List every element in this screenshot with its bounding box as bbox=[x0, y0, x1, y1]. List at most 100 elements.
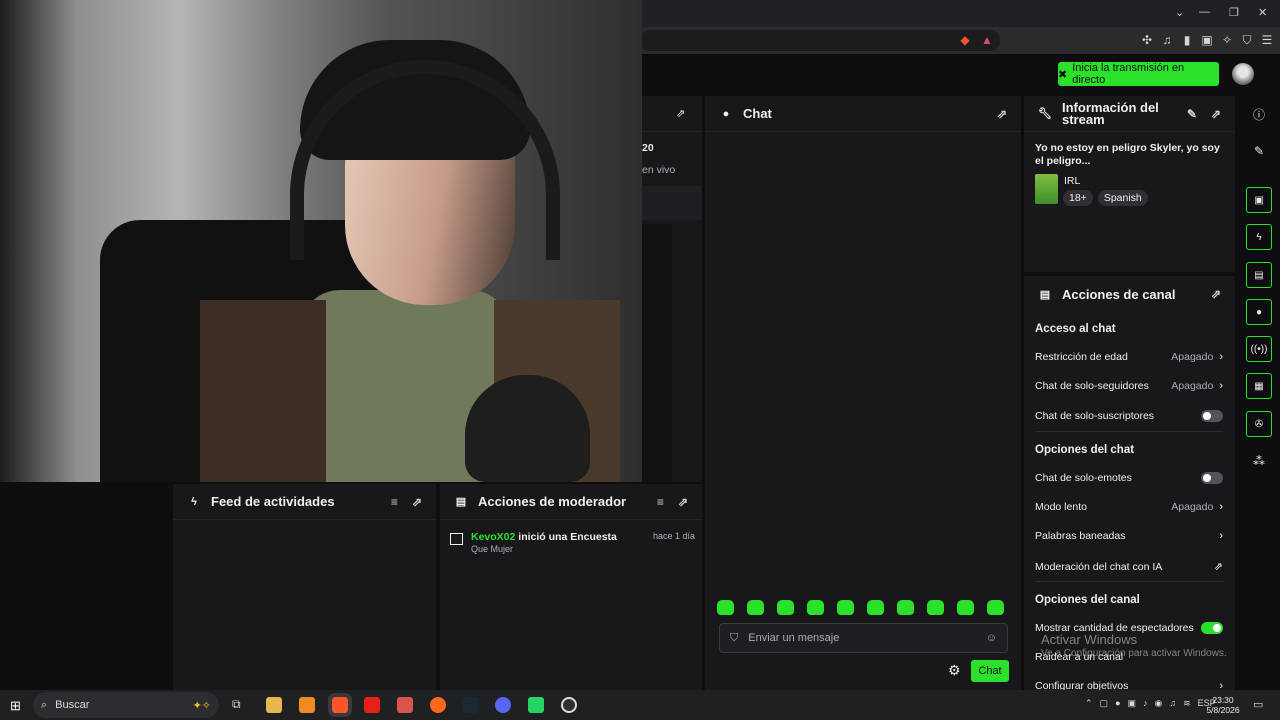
broadcast-icon: ✖ bbox=[1058, 68, 1068, 81]
emote-icon[interactable] bbox=[777, 600, 794, 615]
chevron-right-icon: › bbox=[1219, 530, 1223, 542]
chevron-right-icon: › bbox=[1219, 351, 1223, 363]
search-icon: ⌕ bbox=[41, 698, 48, 711]
gear-icon[interactable]: ⚙ bbox=[948, 662, 961, 679]
subs-only-toggle[interactable] bbox=[1201, 410, 1223, 422]
avatar[interactable] bbox=[1232, 63, 1254, 85]
brave-icon[interactable] bbox=[328, 693, 352, 717]
layout-icon[interactable]: ▦ bbox=[1246, 373, 1272, 399]
emote-icon[interactable] bbox=[807, 600, 824, 615]
address-bar[interactable] bbox=[640, 30, 1000, 51]
channel-actions-title: Acciones de canal bbox=[1062, 286, 1176, 302]
tag-badge[interactable]: 18+ bbox=[1063, 190, 1093, 206]
volume-icon[interactable]: ♫ bbox=[1169, 698, 1176, 709]
media-icon[interactable]: ♫ bbox=[1160, 33, 1174, 47]
add-widget-icon[interactable]: ⁂ bbox=[1246, 448, 1272, 474]
app-icon[interactable] bbox=[397, 697, 413, 713]
stream-info-title: Información del stream bbox=[1062, 99, 1159, 127]
tray-icon[interactable]: ▣ bbox=[1128, 698, 1137, 709]
channel-actions-panel: ▤ Acciones de canal ⇗ Acceso al chat Res… bbox=[1024, 276, 1235, 690]
steam-icon[interactable] bbox=[462, 697, 478, 713]
popout-icon[interactable]: ⇗ bbox=[678, 495, 688, 509]
emote-icon[interactable] bbox=[987, 600, 1004, 615]
menu-icon[interactable]: ☰ bbox=[1260, 33, 1274, 47]
emote-icon[interactable] bbox=[717, 600, 734, 615]
wrench-icon[interactable]: ✇ bbox=[1246, 411, 1272, 437]
ai-moderation-row[interactable]: Moderación del chat con IA ⇗ bbox=[1035, 560, 1223, 574]
vlc-icon[interactable] bbox=[299, 697, 315, 713]
file-explorer-icon[interactable] bbox=[266, 697, 282, 713]
extensions-icon[interactable]: ✣ bbox=[1140, 33, 1154, 47]
go-live-button[interactable]: ✖ Inicia la transmisión en directo bbox=[1058, 62, 1219, 86]
vpn-icon[interactable]: ⛉ bbox=[1240, 33, 1254, 47]
chat-bubble-icon[interactable]: ● bbox=[1246, 299, 1272, 325]
emotes-only-toggle[interactable] bbox=[1201, 472, 1223, 484]
tag-badge[interactable]: Spanish bbox=[1097, 190, 1148, 206]
tray-icon[interactable]: ◉ bbox=[1155, 698, 1163, 709]
system-tray: ⌃ ▢ ● ▣ ♪ ◉ ♫ ≋ ESP bbox=[1085, 698, 1216, 709]
action-detail: Que Mujer bbox=[471, 544, 514, 554]
pencil-icon[interactable]: ✎ bbox=[1246, 138, 1272, 164]
emote-icon[interactable] bbox=[897, 600, 914, 615]
mic-icon[interactable]: ♪ bbox=[1143, 698, 1148, 709]
banned-words-row[interactable]: Palabras baneadas › bbox=[1035, 530, 1223, 542]
popout-icon[interactable]: ⇗ bbox=[676, 107, 685, 120]
obs-icon[interactable] bbox=[561, 697, 577, 713]
emote-icon[interactable] bbox=[837, 600, 854, 615]
age-restriction-row[interactable]: Restricción de edad Apagado › bbox=[1035, 351, 1223, 363]
lightning-icon[interactable]: ϟ bbox=[1246, 224, 1272, 250]
pencil-icon[interactable]: ✎ bbox=[1187, 107, 1197, 121]
broadcast-icon[interactable]: ((•)) bbox=[1246, 336, 1272, 362]
youtube-icon[interactable] bbox=[364, 697, 380, 713]
app-icon[interactable] bbox=[430, 697, 446, 713]
popout-icon[interactable]: ⇗ bbox=[412, 495, 422, 509]
tray-icon[interactable]: ▢ bbox=[1100, 698, 1109, 709]
emote-icon[interactable] bbox=[867, 600, 884, 615]
emote-icon[interactable] bbox=[747, 600, 764, 615]
discord-icon[interactable] bbox=[495, 697, 511, 713]
lightning-icon: ϟ bbox=[191, 495, 197, 508]
filter-icon[interactable]: ≡ bbox=[657, 495, 664, 509]
goals-row[interactable]: Configurar objetivos › bbox=[1035, 680, 1223, 690]
stream-info-panel: 🔧︎ Información del stream ✎ ⇗ Yo no estoy… bbox=[1024, 96, 1235, 272]
rail-quick-actions-icon[interactable]: ▣ bbox=[1246, 187, 1272, 213]
restore-icon[interactable]: ❐ bbox=[1229, 6, 1239, 19]
emote-icon[interactable] bbox=[927, 600, 944, 615]
shield-icon[interactable]: ⛉ bbox=[730, 632, 738, 645]
emoji-icon[interactable]: ☺ bbox=[986, 632, 997, 644]
info-icon[interactable]: ⓘ bbox=[1246, 101, 1272, 127]
slow-mode-row[interactable]: Modo lento Apagado › bbox=[1035, 501, 1223, 513]
sidebar-icon[interactable]: ▮ bbox=[1180, 33, 1194, 47]
chat-input[interactable]: ⛉ Enviar un mensaje ☺ bbox=[719, 623, 1008, 653]
task-view-icon[interactable]: ⧉ bbox=[232, 697, 248, 713]
notification-icon[interactable]: ▭ bbox=[1253, 698, 1263, 711]
category-image[interactable] bbox=[1035, 174, 1058, 204]
chevron-up-icon[interactable]: ⌃ bbox=[1085, 698, 1093, 709]
wifi-icon[interactable]: ≋ bbox=[1183, 698, 1191, 709]
wallet-icon[interactable]: ▣ bbox=[1200, 33, 1214, 47]
section-chat-options: Opciones del chat bbox=[1035, 444, 1135, 456]
filter-icon[interactable]: ≡ bbox=[391, 495, 398, 509]
emote-icon[interactable] bbox=[957, 600, 974, 615]
moderator-username[interactable]: KevoX02 bbox=[471, 531, 515, 543]
whatsapp-icon[interactable] bbox=[528, 697, 544, 713]
followers-only-row[interactable]: Chat de solo-seguidores Apagado › bbox=[1035, 380, 1223, 392]
brave-rewards-icon[interactable]: ▲ bbox=[980, 33, 994, 47]
minimize-icon[interactable]: — bbox=[1199, 6, 1210, 18]
popout-icon[interactable]: ⇗ bbox=[1211, 287, 1221, 301]
windows-start-icon[interactable]: ⊞ bbox=[10, 698, 21, 714]
viewer-count-toggle[interactable] bbox=[1201, 622, 1223, 634]
taskbar-search[interactable]: ⌕ Buscar ✦✧ bbox=[33, 692, 219, 718]
brave-shield-icon[interactable]: ◆ bbox=[958, 33, 972, 47]
chat-send-button[interactable]: Chat bbox=[971, 660, 1009, 682]
activity-feed-panel: ϟ Feed de actividades ≡ ⇗ bbox=[173, 484, 436, 690]
document-icon[interactable]: ▤ bbox=[1246, 262, 1272, 288]
leo-ai-icon[interactable]: ✧ bbox=[1220, 33, 1234, 47]
clock[interactable]: 23:30 5/8/2026 bbox=[1203, 695, 1243, 715]
close-icon[interactable]: ✕ bbox=[1258, 6, 1267, 19]
tray-icon[interactable]: ● bbox=[1115, 698, 1120, 709]
popout-icon[interactable]: ⇗ bbox=[1211, 107, 1221, 121]
stream-category[interactable]: IRL bbox=[1064, 175, 1080, 187]
tab-list-chevron-icon[interactable]: ⌄ bbox=[1175, 6, 1184, 19]
popout-icon[interactable]: ⇗ bbox=[997, 107, 1007, 121]
